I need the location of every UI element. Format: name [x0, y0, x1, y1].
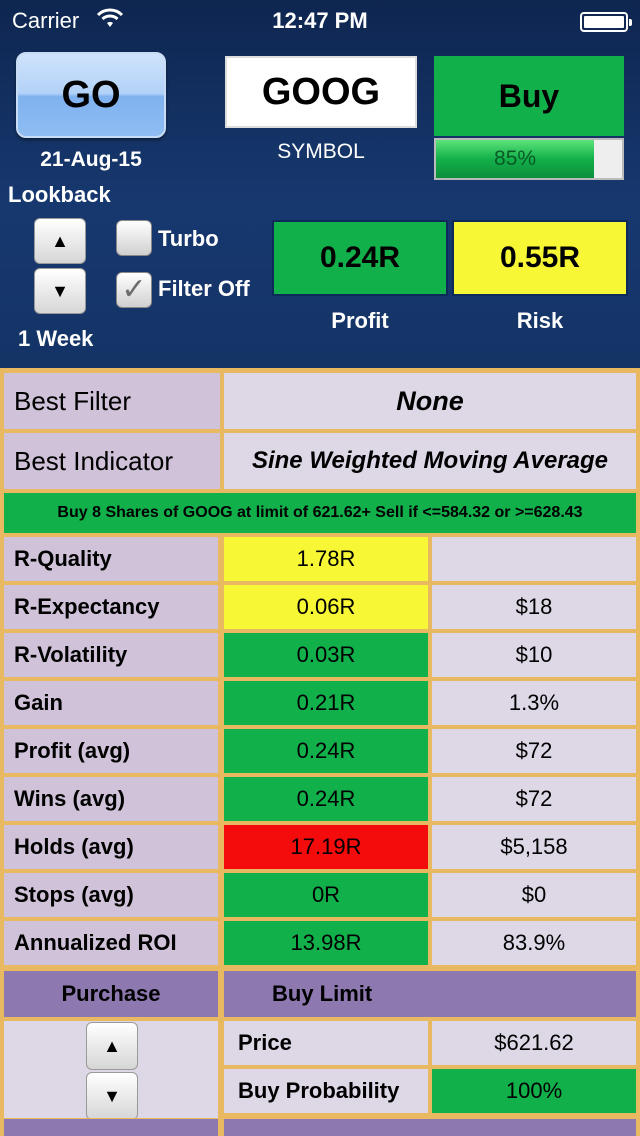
- symbol-label: SYMBOL: [277, 140, 365, 163]
- purchase-up-button[interactable]: ▲: [86, 1022, 138, 1070]
- metric-r-value: 1.78R: [223, 536, 429, 582]
- metric-amount: $0: [431, 872, 637, 918]
- price-label: Price: [223, 1020, 429, 1066]
- buy-limit-header-text: Buy Limit: [272, 981, 373, 1006]
- lookback-value: 1 Week: [18, 326, 94, 351]
- clock: 12:47 PM: [272, 8, 368, 33]
- metric-amount: 83.9%: [431, 920, 637, 966]
- purchase-footer-left: [3, 1118, 219, 1136]
- recommendation-banner: Buy 8 Shares of GOOG at limit of 621.62+…: [3, 492, 637, 534]
- metric-label: Wins (avg): [3, 776, 219, 822]
- price-label-text: Price: [238, 1030, 292, 1055]
- best-filter-label: Best Filter: [3, 372, 221, 430]
- metric-amount: [431, 536, 637, 582]
- metric-r-value: 0.24R: [223, 776, 429, 822]
- triangle-up-icon: ▲: [103, 1035, 121, 1056]
- symbol-input[interactable]: GOOG: [225, 56, 417, 128]
- best-indicator-label-text: Best Indicator: [14, 445, 173, 476]
- battery-icon: [580, 12, 632, 32]
- metric-amount: $5,158: [431, 824, 637, 870]
- metric-amount: 1.3%: [431, 680, 637, 726]
- purchase-down-button[interactable]: ▼: [86, 1072, 138, 1120]
- go-button[interactable]: GO: [16, 52, 166, 138]
- buy-probability-value-text: 100%: [505, 1078, 563, 1103]
- best-filter-value-text: None: [396, 385, 464, 416]
- metric-label: R-Quality: [3, 536, 219, 582]
- checkmark-icon: ✓: [121, 273, 147, 306]
- metric-amount: $72: [431, 728, 637, 774]
- risk-label: Risk: [516, 308, 564, 333]
- triangle-up-icon: ▲: [51, 230, 69, 251]
- best-filter-value: None: [223, 372, 637, 430]
- control-panel: Carrier 12:47 PM GO 21-Aug-15 Lookback G…: [0, 0, 640, 368]
- recommendation-text: Buy 8 Shares of GOOG at limit of 621.62+…: [57, 504, 583, 521]
- metric-r-value: 0.03R: [223, 632, 429, 678]
- metric-label: Gain: [3, 680, 219, 726]
- turbo-label: Turbo: [158, 226, 219, 251]
- purchase-footer-right: [223, 1118, 637, 1136]
- metric-r-value: 13.98R: [223, 920, 429, 966]
- buy-limit-header: Buy Limit: [223, 970, 637, 1018]
- metric-amount: $72: [431, 776, 637, 822]
- best-filter-label-text: Best Filter: [14, 385, 132, 416]
- action-button[interactable]: Buy: [434, 56, 624, 136]
- metric-r-value: 17.19R: [223, 824, 429, 870]
- profit-value: 0.24R: [272, 220, 448, 296]
- metric-label: R-Volatility: [3, 632, 219, 678]
- price-value: $621.62: [431, 1020, 637, 1066]
- best-indicator-label: Best Indicator: [3, 432, 221, 490]
- best-indicator-value-text: Sine Weighted Moving Average: [251, 447, 609, 474]
- buy-probability-label-text: Buy Probability: [238, 1078, 400, 1103]
- purchase-header-text: Purchase: [61, 981, 161, 1006]
- turbo-checkbox[interactable]: [116, 220, 152, 256]
- confidence-bar: 85%: [434, 138, 624, 180]
- triangle-down-icon: ▼: [51, 280, 69, 301]
- metric-label: Holds (avg): [3, 824, 219, 870]
- buy-probability-label: Buy Probability: [223, 1068, 429, 1114]
- best-indicator-value: Sine Weighted Moving Average: [223, 432, 637, 490]
- triangle-down-icon: ▼: [103, 1085, 121, 1106]
- buy-probability-value: 100%: [431, 1068, 637, 1114]
- price-value-text: $621.62: [494, 1030, 574, 1055]
- profit-label: Profit: [331, 308, 389, 333]
- lookback-label: Lookback: [8, 182, 111, 207]
- metric-amount: $18: [431, 584, 637, 630]
- purchase-header: Purchase: [3, 970, 219, 1018]
- status-bar: Carrier 12:47 PM: [0, 6, 640, 36]
- metric-r-value: 0.21R: [223, 680, 429, 726]
- lookback-up-button[interactable]: ▲: [34, 218, 86, 264]
- metric-label: Annualized ROI: [3, 920, 219, 966]
- metric-r-value: 0.24R: [223, 728, 429, 774]
- metric-r-value: 0R: [223, 872, 429, 918]
- confidence-text: 85%: [494, 147, 537, 170]
- metric-r-value: 0.06R: [223, 584, 429, 630]
- metric-amount: $10: [431, 632, 637, 678]
- filter-off-label: Filter Off: [158, 276, 250, 301]
- date-label: 21-Aug-15: [40, 148, 142, 171]
- lookback-down-button[interactable]: ▼: [34, 268, 86, 314]
- risk-value: 0.55R: [452, 220, 628, 296]
- metric-label: Profit (avg): [3, 728, 219, 774]
- filter-off-checkbox[interactable]: ✓: [116, 272, 152, 308]
- metric-label: Stops (avg): [3, 872, 219, 918]
- metric-label: R-Expectancy: [3, 584, 219, 630]
